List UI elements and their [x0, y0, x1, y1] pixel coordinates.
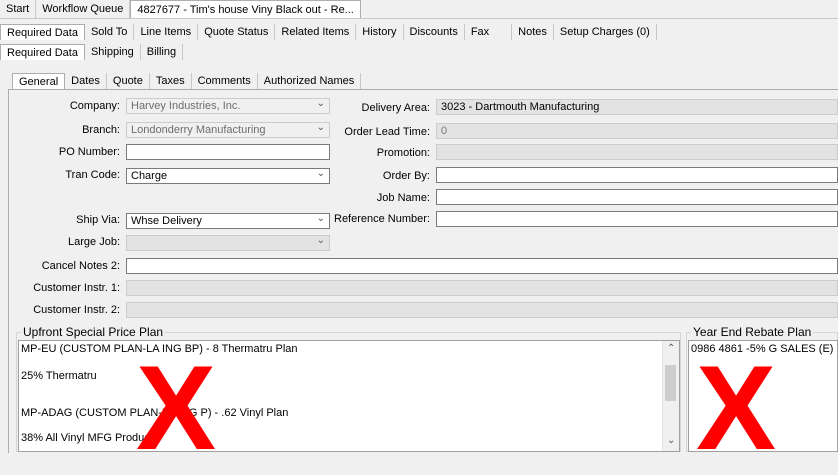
- tab-related-items[interactable]: Related Items: [275, 24, 357, 40]
- tran-code-select[interactable]: Charge ⌄: [126, 168, 330, 184]
- tab-fax[interactable]: Fax: [465, 24, 513, 40]
- chevron-down-icon: ⌄: [316, 122, 325, 133]
- po-number-label: PO Number:: [58, 146, 120, 158]
- detail-tab-row: General Dates Quote Taxes Comments Autho…: [12, 73, 362, 89]
- order-by-input[interactable]: [436, 167, 838, 183]
- delivery-area-field[interactable]: 3023 - Dartmouth Manufacturing: [436, 99, 838, 115]
- tab-authorized-names[interactable]: Authorized Names: [258, 73, 362, 89]
- company-select[interactable]: Harvey Industries, Inc. ⌄: [126, 98, 330, 114]
- top-tab-row: Start Workflow Queue 4827677 - Tim's hou…: [0, 0, 838, 19]
- subtab-billing[interactable]: Billing: [141, 44, 184, 60]
- tab-taxes[interactable]: Taxes: [150, 73, 192, 89]
- tab-discounts[interactable]: Discounts: [404, 24, 465, 40]
- tab-comments[interactable]: Comments: [192, 73, 258, 89]
- tab-setup-charges[interactable]: Setup Charges (0): [554, 24, 657, 40]
- job-name-label: Job Name:: [376, 192, 430, 204]
- po-number-input[interactable]: [126, 144, 330, 160]
- cancel-notes-input[interactable]: [126, 258, 838, 274]
- sub-tab-row: Required Data Shipping Billing: [0, 44, 184, 60]
- tab-quote[interactable]: Quote: [107, 73, 150, 89]
- subtab-shipping[interactable]: Shipping: [85, 44, 141, 60]
- scroll-down-icon[interactable]: ⌄: [667, 435, 675, 446]
- company-label: Company:: [69, 100, 120, 112]
- red-x-mark-rebate: X: [696, 341, 777, 475]
- tab-general[interactable]: General: [12, 73, 66, 89]
- tab-workflow-queue[interactable]: Workflow Queue: [36, 0, 131, 18]
- job-name-input[interactable]: [436, 189, 838, 205]
- customer-instr-2-label: Customer Instr. 2:: [33, 304, 120, 316]
- customer-instr-1-input[interactable]: [126, 280, 838, 296]
- upfront-plan-list[interactable]: MP-EU (CUSTOM PLAN-LA ING BP) - 8 Therma…: [18, 340, 680, 452]
- branch-label: Branch:: [82, 124, 120, 136]
- delivery-area-label: Delivery Area:: [361, 102, 430, 114]
- order-lead-time-field[interactable]: 0: [436, 123, 838, 139]
- scrollbar-thumb[interactable]: [665, 365, 676, 401]
- tab-notes[interactable]: Notes: [512, 24, 554, 40]
- order-lead-time-label: Order Lead Time:: [344, 126, 430, 138]
- customer-instr-1-label: Customer Instr. 1:: [33, 282, 120, 294]
- chevron-down-icon: ⌄: [316, 98, 325, 109]
- tab-sold-to[interactable]: Sold To: [85, 24, 135, 40]
- tab-quote-status[interactable]: Quote Status: [198, 24, 276, 40]
- rebate-plan-title: Year End Rebate Plan: [691, 325, 814, 339]
- ship-via-select[interactable]: Whse Delivery ⌄: [126, 213, 330, 229]
- chevron-down-icon: ⌄: [316, 213, 325, 224]
- order-by-label: Order By:: [382, 170, 430, 182]
- tran-code-value: Charge: [131, 170, 168, 182]
- customer-instr-2-input[interactable]: [126, 302, 838, 318]
- chevron-down-icon: ⌄: [316, 168, 325, 179]
- promotion-label: Promotion:: [376, 147, 430, 159]
- large-job-label: Large Job:: [68, 236, 120, 248]
- ship-via-value: Whse Delivery: [131, 215, 202, 227]
- section-tab-row: Required Data Sold To Line Items Quote S…: [0, 24, 838, 40]
- tab-required-data[interactable]: Required Data: [0, 24, 85, 40]
- ship-via-label: Ship Via:: [76, 214, 120, 226]
- scroll-up-icon[interactable]: ⌃: [667, 343, 675, 354]
- red-x-mark-upfront: X: [136, 341, 217, 475]
- branch-value: Londonderry Manufacturing: [131, 124, 266, 136]
- large-job-select[interactable]: ⌄: [126, 235, 330, 251]
- tran-code-label: Tran Code:: [65, 169, 120, 181]
- branch-select[interactable]: Londonderry Manufacturing ⌄: [126, 122, 330, 138]
- tab-start[interactable]: Start: [0, 0, 37, 18]
- tab-history[interactable]: History: [356, 24, 404, 40]
- reference-number-label: Reference Number:: [334, 213, 430, 225]
- upfront-plan-title: Upfront Special Price Plan: [21, 325, 166, 339]
- upfront-plan-line: 25% Thermatru: [21, 370, 97, 382]
- cancel-notes-label: Cancel Notes 2:: [41, 260, 120, 272]
- company-value: Harvey Industries, Inc.: [131, 100, 241, 112]
- tab-line-items[interactable]: Line Items: [134, 24, 199, 40]
- reference-number-input[interactable]: [436, 211, 838, 227]
- tab-dates[interactable]: Dates: [65, 73, 107, 89]
- promotion-field[interactable]: [436, 144, 838, 160]
- upfront-plan-scrollbar[interactable]: ⌃ ⌄: [662, 341, 679, 451]
- chevron-down-icon: ⌄: [316, 235, 325, 246]
- tab-order-document[interactable]: 4827677 - Tim's house Viny Black out - R…: [130, 0, 361, 18]
- subtab-required-data[interactable]: Required Data: [0, 44, 85, 60]
